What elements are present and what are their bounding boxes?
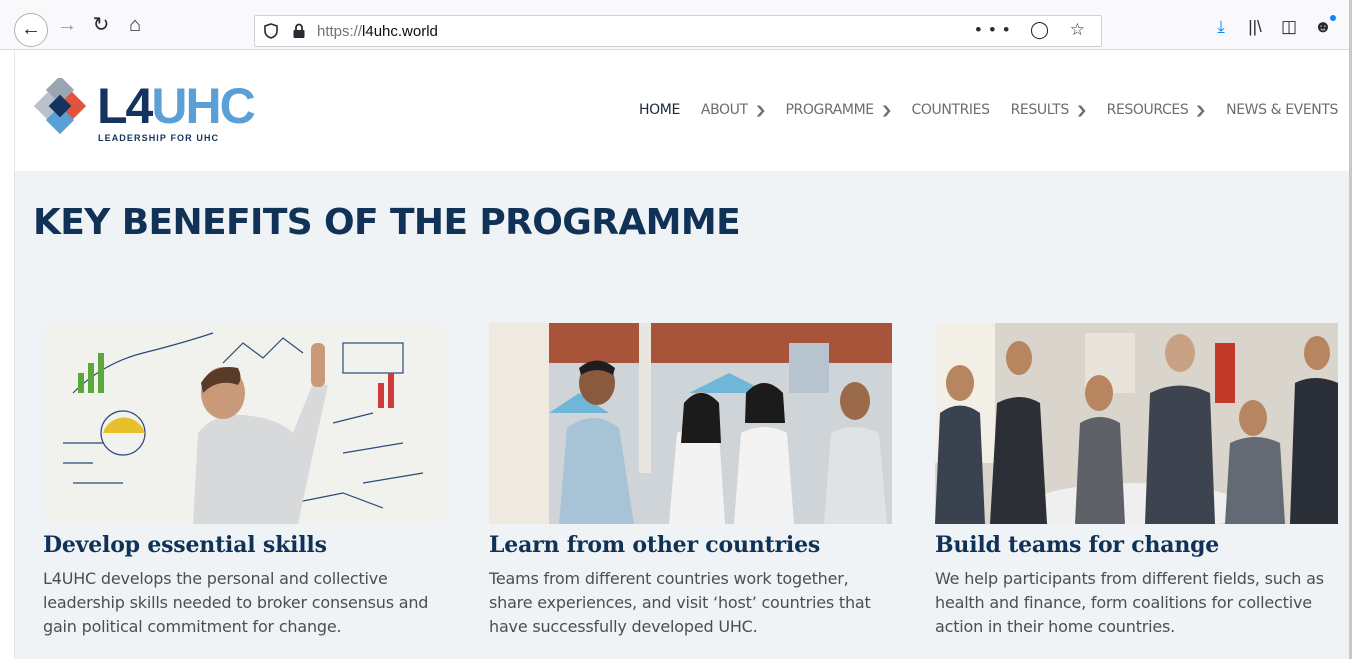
nav-news-events[interactable]: NEWS & EVENTS (1226, 102, 1338, 118)
back-icon[interactable]: ← (14, 13, 48, 47)
nav-resources[interactable]: RESOURCES ❯ (1107, 102, 1207, 118)
notification-dot (1330, 15, 1336, 21)
card-photo-whiteboard (43, 323, 446, 524)
forward-icon[interactable]: → (56, 14, 78, 36)
nav-about[interactable]: ABOUT ❯ (701, 102, 766, 118)
card-photo-team-meeting (935, 323, 1338, 524)
page-actions-menu-icon[interactable]: ••• (975, 20, 1017, 39)
card-title: Develop essential skills (43, 532, 327, 558)
url-text[interactable]: https://l4uhc.world (317, 23, 438, 40)
card-text: Teams from different countries work toge… (489, 569, 871, 636)
sidebar-icon[interactable]: ◫ (1278, 16, 1300, 38)
page-actions[interactable]: ••• ◯ ☆ (975, 20, 1093, 40)
benefit-card: Learn from other countries Teams from di… (489, 323, 893, 639)
chevron-down-icon: ❯ (754, 103, 766, 117)
download-icon[interactable]: ⤓ (1210, 16, 1232, 38)
site-header: L4UHC LEADERSHIP FOR UHC HOME ABOUT ❯ PRO… (14, 51, 1352, 171)
benefit-card: Build teams for change We help participa… (935, 323, 1339, 639)
chevron-down-icon: ❯ (1194, 103, 1207, 117)
card-text: L4UHC develops the personal and collecti… (43, 569, 429, 636)
home-icon[interactable]: ⌂ (124, 14, 146, 36)
card-title: Build teams for change (935, 532, 1220, 558)
card-photo-hospital-visit (489, 323, 892, 524)
nav-programme[interactable]: PROGRAMME ❯ (786, 102, 893, 118)
browser-toolbar: ← → ↻ ⌂ https://l4uhc.world ••• ◯ ☆ ⤓ ||… (0, 0, 1352, 50)
chevron-down-icon: ❯ (1075, 103, 1087, 117)
nav-home[interactable]: HOME (639, 102, 680, 118)
bookmark-star-icon[interactable]: ☆ (1070, 20, 1093, 39)
card-title: Learn from other countries (489, 532, 821, 558)
key-benefits-section: KEY BENEFITS OF THE PROGRAMME Develop es… (14, 171, 1352, 659)
url-bar[interactable]: https://l4uhc.world ••• ◯ ☆ (254, 15, 1102, 47)
nav-results[interactable]: RESULTS ❯ (1011, 102, 1088, 118)
shield-icon[interactable] (264, 23, 278, 39)
benefit-card: Develop essential skills L4UHC develops … (43, 323, 447, 639)
nav-countries[interactable]: COUNTRIES (912, 102, 990, 118)
logo-tagline: LEADERSHIP FOR UHC (98, 133, 220, 143)
card-text: We help participants from different fiel… (935, 569, 1324, 636)
chevron-down-icon: ❯ (880, 103, 892, 117)
library-icon[interactable]: ||\ (1244, 16, 1266, 38)
section-title: KEY BENEFITS OF THE PROGRAMME (33, 202, 741, 243)
l4uhc-logo-icon[interactable] (33, 78, 91, 136)
pocket-icon[interactable]: ◯ (1030, 20, 1057, 39)
logo-wordmark[interactable]: L4UHC (97, 81, 256, 131)
lock-icon[interactable] (292, 23, 306, 39)
main-nav: HOME ABOUT ❯ PROGRAMME ❯ COUNTRIES RESULTS… (639, 102, 1338, 118)
reload-icon[interactable]: ↻ (90, 14, 112, 36)
